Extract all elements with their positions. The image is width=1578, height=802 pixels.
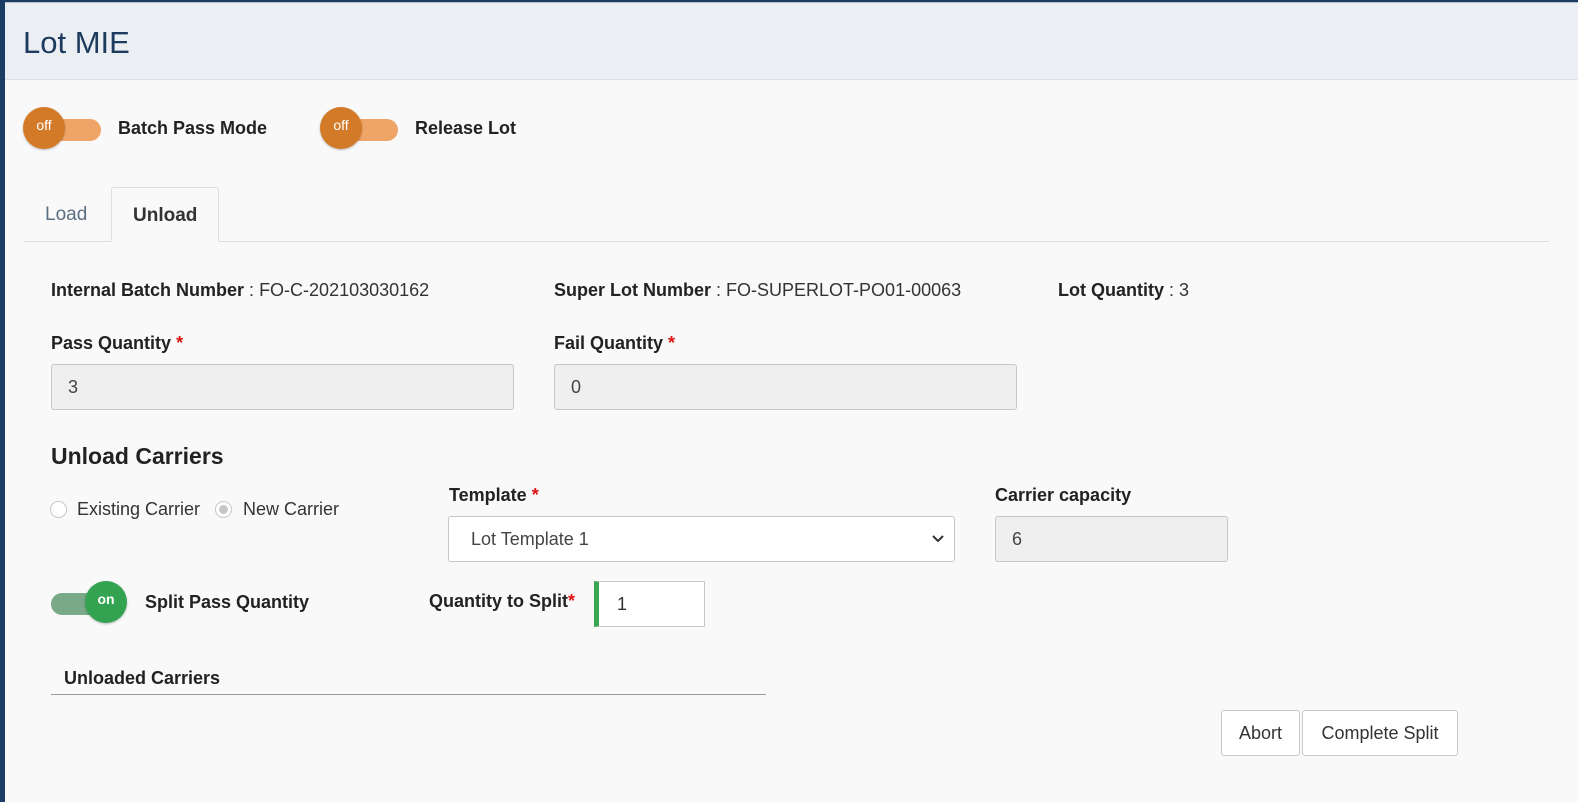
toggle-knob: off (23, 107, 65, 149)
lot-quantity-value: 3 (1179, 280, 1190, 300)
carrier-capacity-input[interactable]: 6 (995, 516, 1228, 562)
release-lot-toggle[interactable]: off (320, 105, 400, 149)
required-mark: * (531, 485, 539, 505)
batch-pass-mode-toggle[interactable]: off (23, 105, 103, 149)
separator: : (711, 280, 727, 300)
toggle-knob: off (320, 107, 362, 149)
lot-quantity-label: Lot Quantity (1058, 280, 1164, 300)
template-label: Template * (449, 485, 539, 506)
internal-batch-value: FO-C-202103030162 (259, 280, 430, 300)
chevron-down-icon (928, 517, 948, 561)
quantity-to-split-label-text: Quantity to Split (429, 591, 568, 611)
fail-quantity-label-text: Fail Quantity (554, 333, 664, 353)
fail-quantity-input[interactable]: 0 (554, 364, 1017, 410)
template-selected-value: Lot Template 1 (471, 529, 589, 549)
unload-carriers-title: Unload Carriers (51, 443, 224, 469)
new-carrier-label[interactable]: New Carrier (243, 499, 339, 520)
separator: : (1164, 280, 1180, 300)
carrier-capacity-label: Carrier capacity (995, 485, 1132, 505)
app-page: Lot MIE off Batch Pass Mode off Release … (5, 2, 1578, 802)
release-lot-label: Release Lot (415, 118, 517, 138)
internal-batch-label: Internal Batch Number (51, 280, 245, 300)
super-lot-label: Super Lot Number (554, 280, 712, 300)
required-mark: * (568, 591, 576, 611)
pass-quantity-input[interactable]: 3 (51, 364, 514, 410)
toggle-knob: on (85, 581, 127, 623)
internal-batch-number: Internal Batch Number : FO-C-20210303016… (51, 280, 429, 301)
tabs-divider (24, 241, 1549, 242)
existing-carrier-label[interactable]: Existing Carrier (77, 499, 200, 520)
quantity-to-split-label: Quantity to Split* (429, 591, 575, 612)
required-mark: * (176, 333, 184, 353)
split-pass-quantity-toggle[interactable]: on (51, 579, 131, 623)
required-mark: * (668, 333, 676, 353)
existing-carrier-radio[interactable] (50, 501, 67, 518)
fail-quantity-label: Fail Quantity * (554, 333, 675, 354)
super-lot-number: Super Lot Number : FO-SUPERLOT-PO01-0006… (554, 280, 961, 301)
tab-unload[interactable]: Unload (111, 187, 220, 242)
page-header: Lot MIE (5, 3, 1578, 80)
tab-load[interactable]: Load (24, 187, 108, 242)
unloaded-carriers-title: Unloaded Carriers (64, 668, 221, 688)
super-lot-value: FO-SUPERLOT-PO01-00063 (726, 280, 962, 300)
abort-button[interactable]: Abort (1221, 710, 1300, 756)
template-label-text: Template (449, 485, 527, 505)
unloaded-carriers-divider (51, 694, 766, 695)
split-pass-quantity-label: Split Pass Quantity (145, 592, 310, 612)
quantity-to-split-input[interactable]: 1 (594, 581, 705, 627)
batch-pass-mode-label: Batch Pass Mode (118, 118, 268, 138)
pass-quantity-label-text: Pass Quantity (51, 333, 172, 353)
new-carrier-radio[interactable] (215, 501, 232, 518)
lot-quantity: Lot Quantity : 3 (1058, 280, 1189, 301)
template-select[interactable]: Lot Template 1 (448, 516, 955, 562)
separator: : (244, 280, 260, 300)
page-title: Lot MIE (23, 25, 130, 60)
complete-split-button[interactable]: Complete Split (1302, 710, 1458, 756)
pass-quantity-label: Pass Quantity * (51, 333, 183, 354)
